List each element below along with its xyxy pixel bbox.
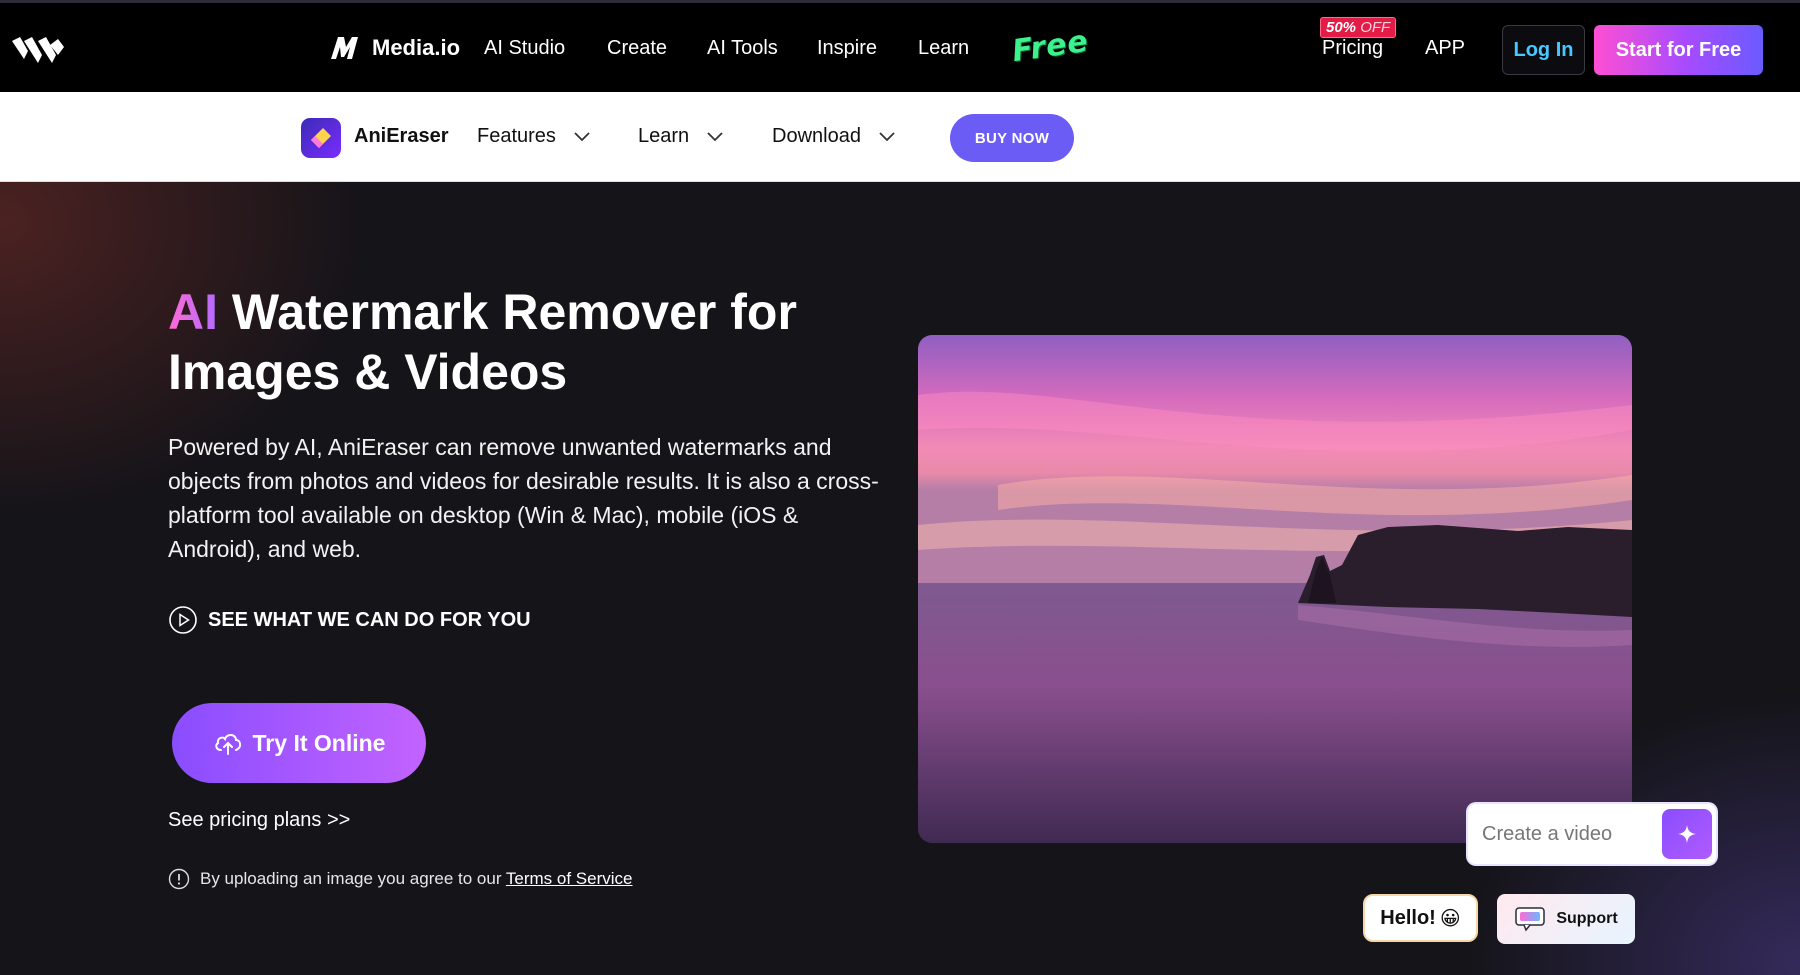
media-io-logo-icon [331,37,358,59]
sale-off: OFF [1360,19,1391,36]
try-it-online-label: Try It Online [252,729,386,756]
download-label: Download [772,125,861,147]
play-circle-icon [169,606,197,634]
nav-inspire[interactable]: Inspire [817,37,877,60]
chevron-down-icon [707,131,723,141]
nav-pricing[interactable]: Pricing [1322,37,1383,60]
top-navigation: Media.io AI Studio Create AI Tools Inspi… [0,0,1800,92]
hero-title: AI Watermark Remover for Images & Videos [168,282,868,402]
hello-label: Hello! [1380,906,1436,929]
chevron-down-icon [879,131,895,141]
terms-of-service-link[interactable]: Terms of Service [506,869,633,888]
nav-create[interactable]: Create [607,37,667,60]
wondershare-logo-icon[interactable] [10,35,66,65]
hello-bubble[interactable]: Hello! 😀 [1363,894,1478,942]
see-pricing-plans-link[interactable]: See pricing plans >> [168,809,350,832]
sparkle-icon [1678,825,1696,843]
buy-now-button[interactable]: BUY NOW [950,114,1074,162]
nav-app[interactable]: APP [1425,37,1465,60]
anieraser-logo-icon[interactable] [301,118,341,158]
cloud-upload-icon [214,734,241,755]
see-what-we-can-do-link[interactable]: SEE WHAT WE CAN DO FOR YOU [168,605,531,635]
media-io-brand[interactable]: Media.io [328,33,460,63]
start-for-free-button[interactable]: Start for Free [1594,25,1763,75]
learn-label: Learn [638,125,690,147]
product-name[interactable]: AniEraser [354,125,449,148]
brand-name: Media.io [372,35,461,60]
nav-learn[interactable]: Learn [918,37,969,60]
support-label: Support [1556,910,1618,927]
terms-notice: By uploading an image you agree to our T… [168,868,633,890]
login-button[interactable]: Log In [1502,25,1585,75]
terms-prefix: By uploading an image you agree to our [200,869,506,888]
hero-description: Powered by AI, AniEraser can remove unwa… [168,434,879,562]
hero-title-rest: Watermark Remover for Images & Videos [168,284,797,400]
nav-ai-tools[interactable]: AI Tools [707,37,778,60]
info-icon [168,868,190,890]
hero-title-accent: AI [168,284,218,340]
sale-percent: 50% [1326,19,1357,36]
features-dropdown[interactable]: Features [477,125,590,148]
try-it-online-button[interactable]: Try It Online [172,703,426,783]
free-tag[interactable]: Free [1010,24,1091,69]
product-subnav: AniEraser Features Learn Download BUY NO… [0,92,1800,182]
learn-dropdown[interactable]: Learn [638,125,723,148]
sunset-sea-illustration [918,335,1632,843]
create-video-box [1468,804,1716,864]
eraser-icon [311,128,331,148]
create-video-input[interactable] [1482,822,1662,846]
smile-emoji-icon: 😀 [1439,907,1461,930]
sunset-preview-image [918,335,1632,843]
generate-button[interactable] [1662,809,1712,859]
chat-bubble-icon [1515,907,1546,932]
features-label: Features [477,125,556,147]
nav-ai-studio[interactable]: AI Studio [484,37,565,60]
see-what-label: SEE WHAT WE CAN DO FOR YOU [208,608,531,631]
support-button[interactable]: Support [1497,894,1635,944]
download-dropdown[interactable]: Download [772,125,895,148]
sale-badge: 50% OFF [1320,17,1397,38]
chevron-down-icon [574,131,590,141]
